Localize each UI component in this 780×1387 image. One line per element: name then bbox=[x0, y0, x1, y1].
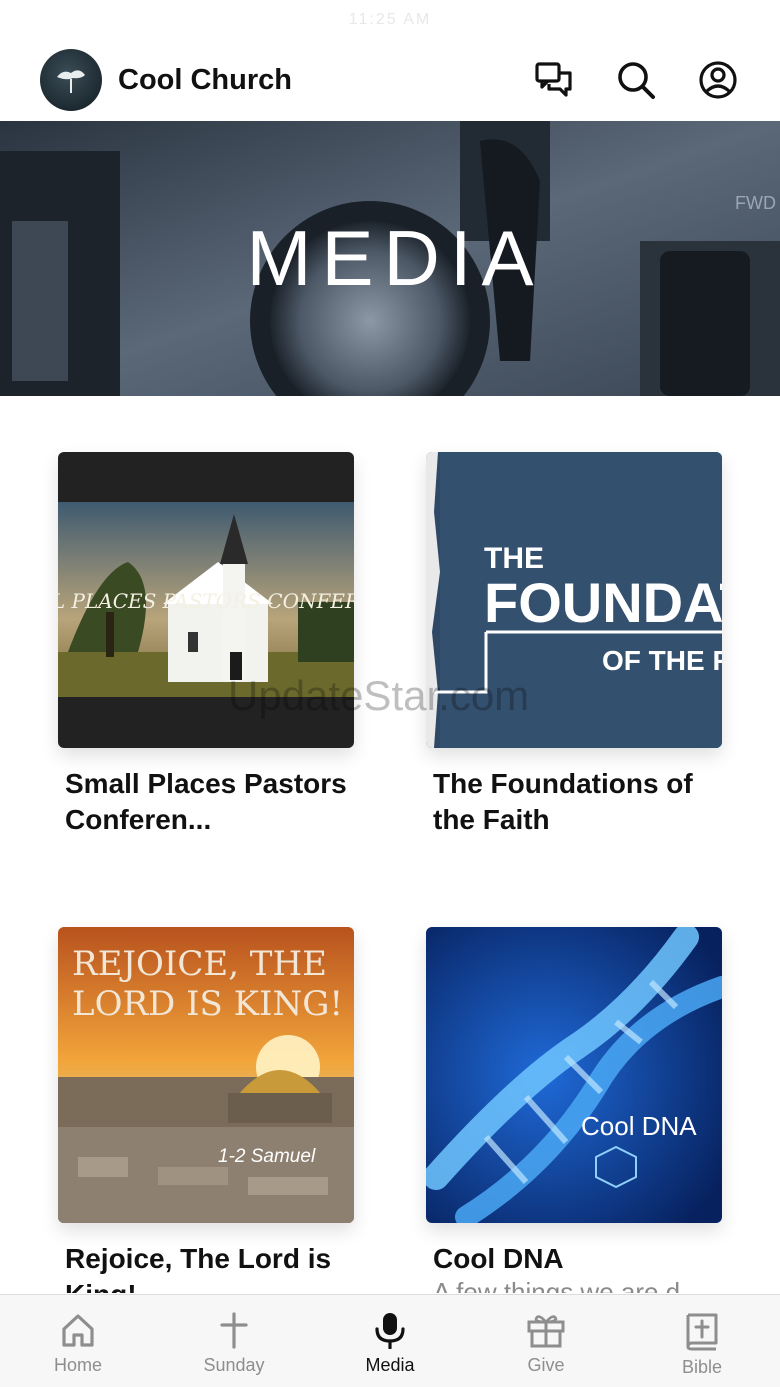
media-thumbnail[interactable]: Cool DNA bbox=[426, 927, 722, 1223]
home-icon bbox=[62, 1314, 94, 1347]
status-bar: 11:25 AM bbox=[0, 0, 780, 40]
thumbnail-text-of-the-faith: OF THE FA bbox=[602, 645, 722, 676]
messages-button[interactable] bbox=[532, 58, 576, 102]
foundations-thumbnail-image: THE FOUNDATIO OF THE FA bbox=[426, 452, 722, 748]
church-name: Cool Church bbox=[118, 63, 292, 96]
chat-icon bbox=[535, 62, 572, 97]
search-icon bbox=[618, 62, 655, 99]
card-subtitle: A few things we are d... bbox=[433, 1277, 702, 1293]
thumbnail-text-cool-dna: Cool DNA bbox=[581, 1111, 697, 1141]
card-title: Small Places Pastors Conferen... bbox=[65, 768, 347, 835]
tree-logo-icon bbox=[57, 70, 85, 93]
tab-home[interactable]: Home bbox=[0, 1295, 156, 1387]
search-button[interactable] bbox=[614, 58, 658, 102]
tab-label: Media bbox=[365, 1355, 415, 1375]
profile-button[interactable] bbox=[696, 58, 740, 102]
tab-label: Give bbox=[527, 1355, 565, 1375]
bottom-tab-bar: Home Sunday Media Give Bible bbox=[0, 1294, 780, 1387]
jerusalem-thumbnail-image: REJOICE, THE LORD IS KING! 1-2 Samuel bbox=[58, 927, 354, 1223]
app-header: Cool Church bbox=[0, 40, 780, 120]
bible-icon bbox=[686, 1313, 718, 1351]
tab-label: Bible bbox=[681, 1357, 723, 1377]
status-time: 11:25 AM bbox=[348, 11, 432, 28]
card-title: Rejoice, The Lord is King! bbox=[65, 1243, 332, 1293]
card-title: Cool DNA bbox=[433, 1243, 564, 1274]
media-thumbnail[interactable]: SMALL PLACES PASTORS CONFERENCE bbox=[58, 452, 354, 748]
cross-icon bbox=[220, 1312, 248, 1349]
thumbnail-text-foundation: FOUNDATIO bbox=[484, 571, 722, 634]
header-actions bbox=[532, 58, 740, 102]
media-hero-banner: FWD MEDIA bbox=[0, 121, 780, 396]
tab-give[interactable]: Give bbox=[468, 1295, 624, 1387]
media-card-rejoice[interactable]: REJOICE, THE LORD IS KING! 1-2 Samuel Re… bbox=[58, 927, 354, 1293]
media-thumbnail[interactable]: REJOICE, THE LORD IS KING! 1-2 Samuel bbox=[58, 927, 354, 1223]
media-card-cool-dna[interactable]: Cool DNA Cool DNA A few things we are d.… bbox=[426, 927, 722, 1293]
media-card-foundations[interactable]: THE FOUNDATIO OF THE FA The Foundations … bbox=[426, 452, 722, 838]
card-title: The Foundations of the Faith bbox=[433, 768, 693, 835]
church-logo[interactable] bbox=[40, 49, 102, 111]
tab-media[interactable]: Media bbox=[312, 1295, 468, 1387]
thumbnail-text-lord: LORD IS KING! bbox=[72, 984, 343, 1024]
thumbnail-text-rejoice: REJOICE, THE bbox=[72, 944, 327, 984]
tab-label: Home bbox=[53, 1355, 102, 1375]
dna-thumbnail-image: Cool DNA bbox=[426, 927, 722, 1223]
media-thumbnail[interactable]: THE FOUNDATIO OF THE FA bbox=[426, 452, 722, 748]
media-grid: SMALL PLACES PASTORS CONFERENCE Small Pl… bbox=[0, 396, 780, 1293]
hero-title: MEDIA bbox=[246, 214, 544, 302]
user-circle-icon bbox=[699, 61, 737, 99]
thumbnail-text-samuel: 1-2 Samuel bbox=[218, 1146, 316, 1167]
gift-icon bbox=[527, 1315, 565, 1348]
church-thumbnail-image: SMALL PLACES PASTORS CONFERENCE bbox=[58, 452, 354, 748]
media-card-small-places[interactable]: SMALL PLACES PASTORS CONFERENCE Small Pl… bbox=[58, 452, 354, 838]
microphone-icon bbox=[375, 1313, 405, 1349]
tab-sunday[interactable]: Sunday bbox=[156, 1295, 312, 1387]
tab-label: Sunday bbox=[203, 1355, 265, 1375]
tab-bible[interactable]: Bible bbox=[624, 1295, 780, 1387]
thumbnail-text: SMALL PLACES PASTORS CONFERENCE bbox=[58, 589, 354, 613]
